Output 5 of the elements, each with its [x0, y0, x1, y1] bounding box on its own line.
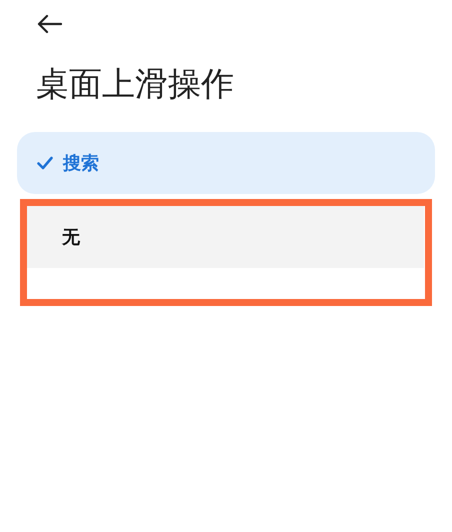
option-item[interactable]: 无 [27, 206, 424, 268]
option-item[interactable]: 搜索 [17, 132, 435, 194]
page-title: 桌面上滑操作 [36, 63, 235, 105]
back-arrow-icon [36, 14, 62, 34]
check-icon [37, 156, 53, 170]
